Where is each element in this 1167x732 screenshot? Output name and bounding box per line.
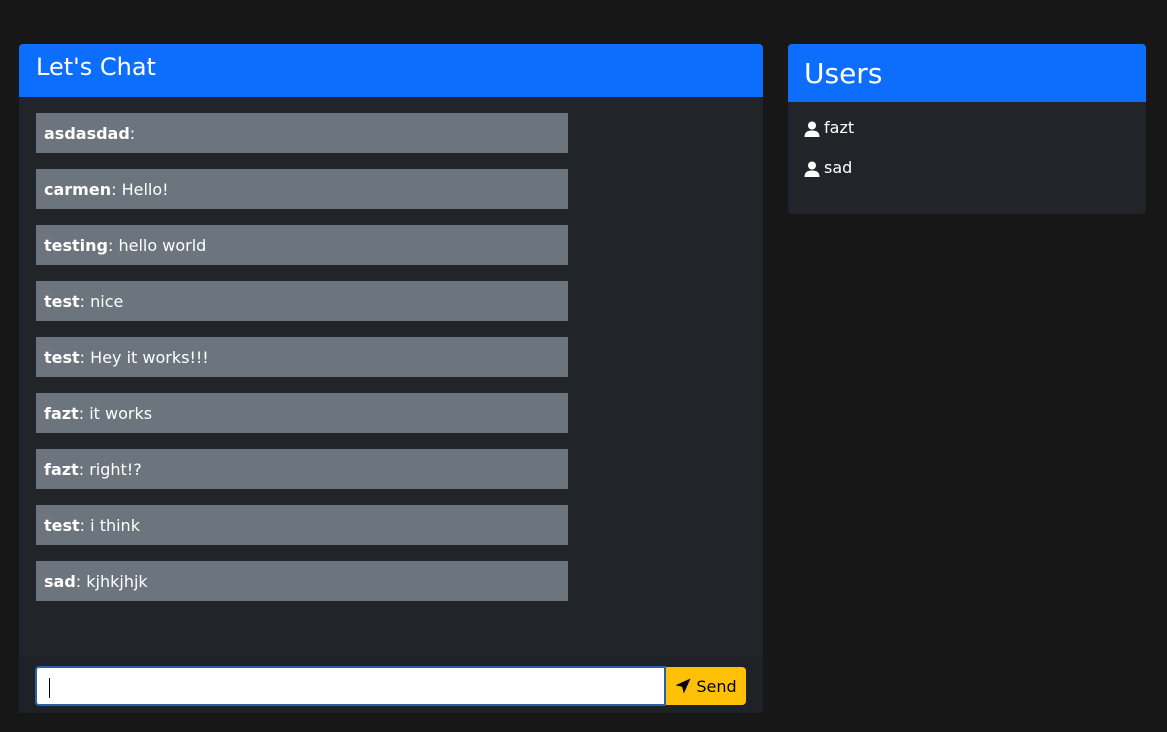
message-author: fazt: [44, 403, 79, 423]
chat-header: Let's Chat: [19, 44, 763, 97]
message-item: carmen: Hello!: [36, 169, 568, 209]
message-author: fazt: [44, 459, 79, 479]
message-separator: :: [79, 291, 86, 311]
message-author: sad: [44, 571, 76, 591]
message-separator: :: [79, 347, 86, 367]
message-text: Hey it works!!!: [90, 347, 209, 367]
user-icon: [804, 121, 820, 137]
user-name: fazt: [824, 118, 855, 137]
users-header: Users: [788, 44, 1146, 102]
message-item: test: i think: [36, 505, 568, 545]
paper-plane-icon: [675, 678, 691, 694]
message-author: test: [44, 347, 80, 367]
message-text: i think: [90, 515, 140, 535]
chat-title: Let's Chat: [36, 53, 156, 81]
users-title: Users: [804, 56, 883, 90]
message-separator: :: [111, 179, 117, 199]
chat-panel: Let's Chat asdasdad: carmen: Hello! test…: [19, 44, 763, 713]
message-text: it works: [89, 403, 153, 423]
message-separator: :: [129, 123, 136, 143]
message-text: Hello!: [121, 179, 169, 199]
message-author: testing: [44, 235, 108, 255]
message-separator: :: [75, 571, 82, 591]
message-item: asdasdad:: [36, 113, 568, 153]
message-separator: :: [78, 459, 85, 479]
user-name: sad: [824, 158, 853, 177]
message-text: nice: [90, 291, 124, 311]
message-input[interactable]: [35, 666, 666, 706]
message-form: Send: [19, 657, 763, 713]
message-text: hello world: [118, 235, 207, 255]
user-list: fazt sad: [788, 102, 1146, 198]
message-author: carmen: [44, 179, 112, 199]
message-item: testing: hello world: [36, 225, 568, 265]
message-text: right!?: [89, 459, 142, 479]
message-item: sad: kjhkjhjk: [36, 561, 568, 601]
message-author: test: [44, 291, 80, 311]
message-separator: :: [108, 235, 114, 255]
user-item: sad: [804, 158, 1130, 198]
message-separator: :: [78, 403, 85, 423]
message-author: test: [44, 515, 80, 535]
message-item: fazt: right!?: [36, 449, 568, 489]
users-panel: Users fazt sad: [788, 44, 1146, 214]
message-separator: :: [79, 515, 86, 535]
message-author: asdasdad: [44, 123, 130, 143]
message-item: fazt: it works: [36, 393, 568, 433]
user-icon: [804, 161, 820, 177]
text-caret: [49, 678, 50, 698]
message-list: asdasdad: carmen: Hello! testing: hello …: [36, 113, 568, 617]
send-button[interactable]: Send: [666, 667, 746, 705]
message-item: test: nice: [36, 281, 568, 321]
send-button-label: Send: [696, 676, 737, 696]
user-item: fazt: [804, 118, 1130, 158]
message-item: test: Hey it works!!!: [36, 337, 568, 377]
message-text: kjhkjhjk: [86, 571, 148, 591]
